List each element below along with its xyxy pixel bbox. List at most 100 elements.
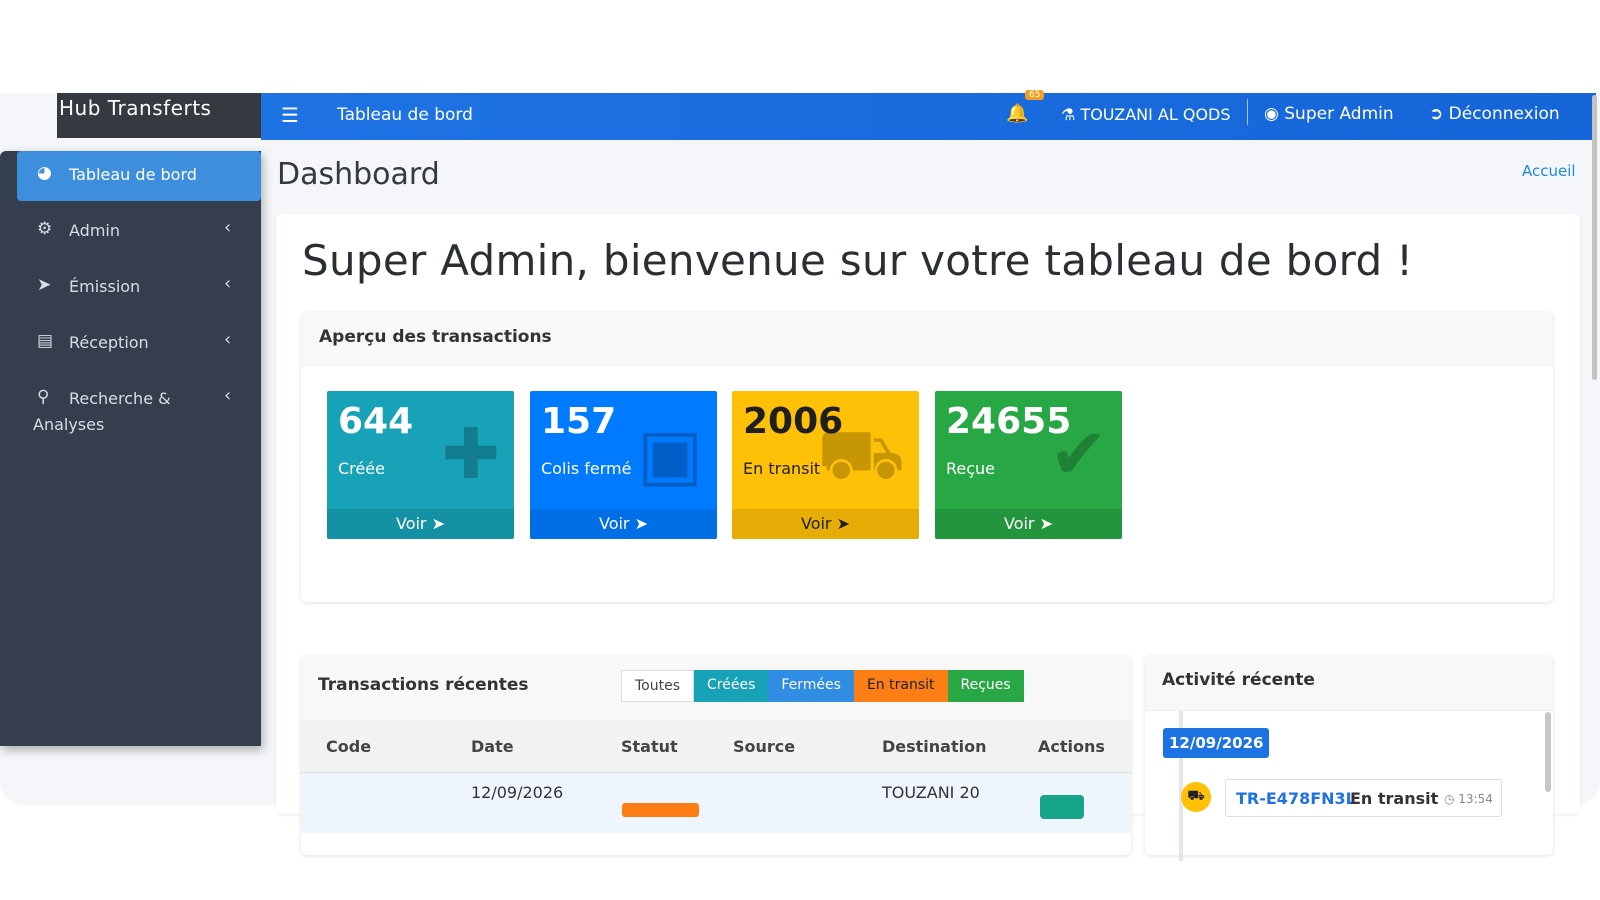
transaction-code-link[interactable]: TR-E478FN3L xyxy=(1236,789,1356,808)
sidebar: ◕ Tableau de bord ⚙ Admin ‹ ➤ Émission ‹… xyxy=(0,151,261,746)
stat-label: Créée xyxy=(338,459,385,478)
chevron-left-icon: ‹ xyxy=(224,217,232,238)
stat-link-created[interactable]: Voir ➤ xyxy=(327,509,514,539)
agency-label: TOUZANI AL QODS xyxy=(1080,105,1231,124)
logout-label: Déconnexion xyxy=(1448,104,1560,124)
recent-transactions-card: Transactions récentes Toutes Créées Ferm… xyxy=(301,655,1131,855)
activity-scrollbar[interactable] xyxy=(1545,712,1551,792)
arrow-circle-right-icon: ➤ xyxy=(1039,514,1053,533)
chevron-left-icon: ‹ xyxy=(224,273,232,294)
sidebar-item-label: Recherche & xyxy=(69,389,171,408)
sidebar-item-search-analytics[interactable]: ⚲ Recherche & Analyses ‹ xyxy=(17,375,261,445)
box-icon: ▣ xyxy=(636,413,703,495)
agency-name[interactable]: ⚗ TOUZANI AL QODS xyxy=(1061,105,1231,124)
filter-received-button[interactable]: Reçues xyxy=(947,670,1024,702)
stat-link-label: Voir xyxy=(598,514,630,533)
stat-label: En transit xyxy=(743,459,821,478)
recent-transactions-header: Transactions récentes Toutes Créées Ferm… xyxy=(301,655,1131,721)
plus-icon: ✚ xyxy=(441,413,500,495)
cell-date: 12/09/2026 xyxy=(471,783,564,802)
timeline-time-value: 13:54 xyxy=(1458,792,1493,806)
timeline-item[interactable]: TR-E478FN3L En transit ◷ 13:54 xyxy=(1225,779,1502,817)
timeline-status: En transit xyxy=(1350,789,1439,808)
column-header-destination[interactable]: Destination xyxy=(882,737,987,756)
arrow-circle-right-icon: ➤ xyxy=(431,514,445,533)
stat-value: 157 xyxy=(541,401,617,442)
inbox-icon: ▤ xyxy=(37,331,54,351)
cell-destination: TOUZANI 20 xyxy=(882,783,980,802)
stat-link-closed[interactable]: Voir ➤ xyxy=(530,509,717,539)
stat-box-in-transit: 2006 En transit ⛟ Voir ➤ xyxy=(732,391,919,539)
top-navbar: ☰ Tableau de bord 🔔 65 ⚗ TOUZANI AL QODS… xyxy=(261,90,1596,140)
search-plus-icon: ⚲ xyxy=(37,387,50,407)
chevron-left-icon: ‹ xyxy=(224,329,232,350)
sign-out-icon: ➲ xyxy=(1429,104,1449,124)
truck-icon: ⛟ xyxy=(1181,782,1211,812)
brand-logo[interactable]: Hub Transferts xyxy=(57,93,261,138)
column-header-source[interactable]: Source xyxy=(733,737,795,756)
logout-button[interactable]: ➲ Déconnexion xyxy=(1429,104,1560,124)
recent-activity-header: Activité récente xyxy=(1145,655,1553,711)
user-menu[interactable]: ◉ Super Admin xyxy=(1264,104,1394,124)
chevron-left-icon: ‹ xyxy=(224,385,232,406)
arrow-circle-right-icon: ➤ xyxy=(634,514,648,533)
user-label: Super Admin xyxy=(1284,104,1394,124)
stat-label: Colis fermé xyxy=(541,459,632,478)
stat-link-label: Voir xyxy=(395,514,427,533)
arrow-circle-right-icon: ➤ xyxy=(836,514,850,533)
page-title: Dashboard xyxy=(277,157,440,192)
check-icon: ✔ xyxy=(1049,413,1108,495)
bell-icon[interactable]: 🔔 xyxy=(1006,103,1028,124)
flask-icon: ⚗ xyxy=(1061,105,1081,124)
welcome-heading: Super Admin, bienvenue sur votre tableau… xyxy=(302,236,1414,285)
stat-link-label: Voir xyxy=(1003,514,1035,533)
sidebar-item-admin[interactable]: ⚙ Admin ‹ xyxy=(17,207,261,257)
clock-icon: ◷ xyxy=(1444,792,1459,806)
tachometer-icon: ◕ xyxy=(37,163,52,183)
status-badge xyxy=(622,803,699,817)
column-header-status[interactable]: Statut xyxy=(621,737,678,756)
column-header-code[interactable]: Code xyxy=(326,737,371,756)
filter-in-transit-button[interactable]: En transit xyxy=(853,670,948,702)
overview-title: Aperçu des transactions xyxy=(319,327,552,347)
truck-icon: ⛟ xyxy=(816,413,905,495)
cogs-icon: ⚙ xyxy=(37,219,53,239)
breadcrumb[interactable]: Accueil xyxy=(1522,162,1576,180)
user-circle-icon: ◉ xyxy=(1264,104,1285,124)
status-filter-group: Toutes Créées Fermées En transit Reçues xyxy=(621,670,1024,702)
sidebar-item-label: Admin xyxy=(69,221,120,240)
sidebar-item-label: Réception xyxy=(69,333,149,352)
column-header-date[interactable]: Date xyxy=(471,737,514,756)
recent-activity-card: Activité récente 12/09/2026 ⛟ TR-E478FN3… xyxy=(1145,655,1553,861)
sidebar-item-dashboard[interactable]: ◕ Tableau de bord xyxy=(17,151,261,201)
stat-label: Reçue xyxy=(946,459,996,478)
recent-activity-title: Activité récente xyxy=(1162,670,1315,690)
filter-created-button[interactable]: Créées xyxy=(694,670,769,702)
table-header: Code Date Statut Source Destination Acti… xyxy=(301,721,1131,773)
table-row[interactable]: 12/09/2026 TOUZANI 20 xyxy=(301,773,1131,833)
timeline-date-label: 12/09/2026 xyxy=(1163,728,1270,758)
timeline-time: ◷ 13:54 xyxy=(1444,792,1493,806)
notification-badge: 65 xyxy=(1025,90,1045,100)
page-scrollbar[interactable] xyxy=(1592,95,1597,380)
column-header-actions: Actions xyxy=(1038,737,1105,756)
sidebar-item-reception[interactable]: ▤ Réception ‹ xyxy=(17,319,261,369)
stat-link-received[interactable]: Voir ➤ xyxy=(935,509,1122,539)
paper-plane-icon: ➤ xyxy=(37,275,52,295)
topbar-divider xyxy=(1247,99,1248,125)
stat-box-closed: 157 Colis fermé ▣ Voir ➤ xyxy=(530,391,717,539)
filter-closed-button[interactable]: Fermées xyxy=(768,670,854,702)
stat-box-received: 24655 Reçue ✔ Voir ➤ xyxy=(935,391,1122,539)
view-action-button[interactable] xyxy=(1040,795,1084,819)
stat-box-created: 644 Créée ✚ Voir ➤ xyxy=(327,391,514,539)
stat-value: 644 xyxy=(338,401,414,442)
topbar-title[interactable]: Tableau de bord xyxy=(337,105,473,125)
recent-transactions-title: Transactions récentes xyxy=(318,675,529,695)
stat-link-in-transit[interactable]: Voir ➤ xyxy=(732,509,919,539)
overview-header: Aperçu des transactions xyxy=(301,312,1553,366)
sidebar-item-label: Tableau de bord xyxy=(69,165,197,184)
filter-all-button[interactable]: Toutes xyxy=(621,670,695,702)
sidebar-item-emission[interactable]: ➤ Émission ‹ xyxy=(17,263,261,313)
hamburger-menu-icon[interactable]: ☰ xyxy=(281,103,299,127)
sidebar-item-label-line2: Analyses xyxy=(33,415,105,434)
